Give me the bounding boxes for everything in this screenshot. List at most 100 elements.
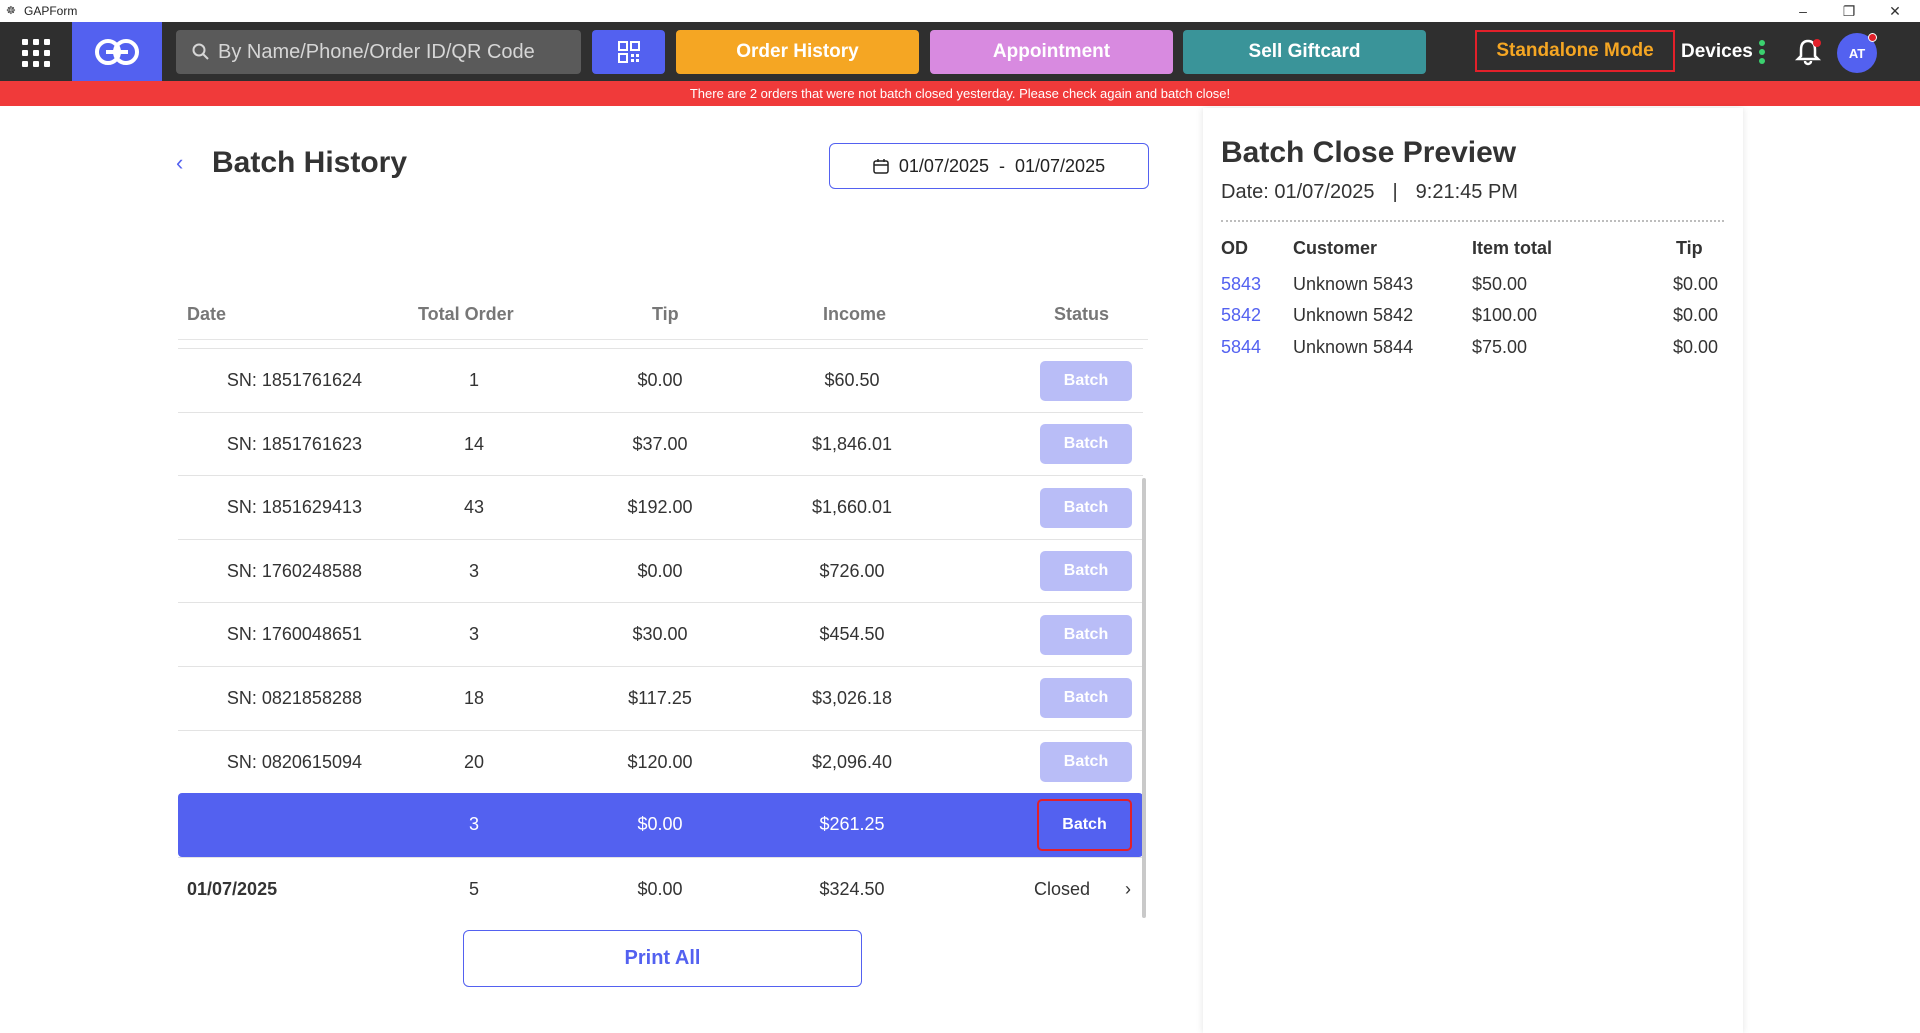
- window-titlebar: ☸ GAPForm – ❐ ✕: [0, 0, 1920, 22]
- row-income: $1,660.01: [811, 497, 893, 518]
- batch-button[interactable]: Batch: [1040, 742, 1132, 783]
- row-tip: $0.00: [637, 814, 683, 835]
- row-date: SN: 1760048651: [226, 624, 362, 645]
- appointment-button[interactable]: Appointment: [930, 30, 1173, 74]
- row-total: 43: [463, 497, 485, 518]
- row-date: SN: 1851761623: [226, 433, 362, 454]
- tip-value: $0.00: [1673, 305, 1719, 325]
- item-total: $75.00: [1472, 337, 1528, 357]
- table-row[interactable]: SN: 1760048651 3 $30.00 $454.50 Batch: [178, 602, 1143, 666]
- row-tip: $0.00: [637, 878, 683, 899]
- tip-value: $0.00: [1673, 337, 1719, 357]
- table-scrollbar[interactable]: [1142, 478, 1146, 918]
- order-link[interactable]: 5843: [1221, 274, 1261, 295]
- qr-code-icon: [617, 41, 640, 63]
- batch-table: SN: 1851761624 1 $0.00 $60.50 Batch SN: …: [178, 348, 1143, 920]
- customer-name: Unknown 5842: [1293, 305, 1414, 325]
- devices-button[interactable]: Devices: [1681, 34, 1765, 70]
- batch-button[interactable]: Batch: [1040, 678, 1132, 719]
- row-income: $60.50: [824, 370, 880, 390]
- row-total: 20: [463, 751, 485, 772]
- app-grid-icon[interactable]: [18, 35, 54, 71]
- close-icon[interactable]: ✕: [1872, 0, 1918, 22]
- search-placeholder: By Name/Phone/Order ID/QR Code: [218, 40, 535, 63]
- batch-button[interactable]: Batch: [1037, 798, 1132, 851]
- app-icon: ☸: [6, 5, 16, 17]
- batch-close-preview-panel: Batch Close Preview Date: 01/07/2025 | 9…: [1203, 108, 1743, 1033]
- batch-button[interactable]: Batch: [1040, 360, 1132, 401]
- row-total: 3: [468, 624, 479, 645]
- row-income: $1,846.01: [811, 433, 893, 454]
- avatar-initials: AT: [1848, 45, 1866, 61]
- row-tip: $30.00: [632, 624, 688, 645]
- table-row[interactable]: SN: 1760248588 3 $0.00 $726.00 Batch: [178, 538, 1143, 603]
- row-date: SN: 0821858288: [226, 687, 362, 708]
- item-total: $50.00: [1472, 274, 1528, 294]
- table-row[interactable]: 01/07/2025 5 $0.00 $324.50 Closed ›: [178, 856, 1143, 921]
- window-title: GAPForm: [24, 4, 78, 18]
- order-history-button[interactable]: Order History: [676, 30, 919, 74]
- search-input[interactable]: By Name/Phone/Order ID/QR Code: [176, 30, 581, 74]
- col-tip: Tip: [1676, 238, 1703, 258]
- table-row[interactable]: SN: 1851761624 1 $0.00 $60.50 Batch: [178, 348, 1143, 412]
- logo[interactable]: [72, 22, 162, 81]
- alert-banner: There are 2 orders that were not batch c…: [0, 81, 1920, 106]
- col-status: Status: [1054, 304, 1110, 324]
- order-link[interactable]: 5844: [1221, 337, 1261, 358]
- row-tip: $37.00: [632, 433, 688, 454]
- print-all-button[interactable]: Print All: [463, 930, 862, 987]
- col-total-order: Total Order: [418, 304, 514, 324]
- col-customer: Customer: [1293, 238, 1378, 258]
- table-row[interactable]: SN: 0820615094 20 $120.00 $2,096.40 Batc…: [178, 729, 1143, 794]
- row-total: 3: [468, 814, 479, 835]
- back-chevron-icon[interactable]: ‹: [176, 150, 183, 176]
- row-date: 01/07/2025: [187, 878, 278, 899]
- row-income: $726.00: [819, 560, 885, 581]
- row-date: SN: 1851761624: [226, 370, 362, 390]
- row-income: $454.50: [819, 624, 885, 645]
- notification-bell-icon[interactable]: [1793, 37, 1823, 67]
- batch-button[interactable]: Batch: [1040, 614, 1132, 655]
- batch-button[interactable]: Batch: [1040, 424, 1132, 465]
- row-date: SN: 0820615094: [226, 751, 362, 772]
- sell-giftcard-button[interactable]: Sell Giftcard: [1183, 30, 1426, 74]
- row-total: 1: [468, 370, 479, 390]
- item-total: $100.00: [1472, 305, 1538, 325]
- customer-name: Unknown 5843: [1293, 274, 1414, 294]
- row-income: $261.25: [819, 814, 885, 835]
- date-separator: -: [999, 155, 1005, 176]
- date-range-picker[interactable]: 01/07/2025 - 01/07/2025: [829, 143, 1149, 189]
- chevron-right-icon[interactable]: ›: [1125, 858, 1131, 921]
- logo-icon: [95, 38, 139, 65]
- restore-icon[interactable]: ❐: [1826, 0, 1872, 22]
- row-tip: $192.00: [627, 497, 693, 518]
- row-total: 3: [468, 560, 479, 581]
- row-tip: $0.00: [637, 560, 683, 581]
- table-row[interactable]: SN: 1851629413 43 $192.00 $1,660.01 Batc…: [178, 475, 1143, 539]
- row-total: 18: [463, 687, 485, 708]
- table-row-selected[interactable]: 3 $0.00 $261.25 Batch: [178, 793, 1143, 857]
- preview-meta: Date: 01/07/2025 | 9:21:45 PM: [1221, 181, 1518, 204]
- preview-time: 9:21:45 PM: [1415, 181, 1518, 203]
- col-date: Date: [187, 304, 227, 324]
- top-bar: By Name/Phone/Order ID/QR Code Order His…: [0, 22, 1920, 81]
- order-link[interactable]: 5842: [1221, 305, 1261, 326]
- col-item-total: Item total: [1472, 238, 1553, 258]
- row-date: SN: 1760248588: [226, 560, 362, 581]
- avatar[interactable]: AT: [1837, 33, 1877, 73]
- row-total: 14: [463, 433, 485, 454]
- table-row[interactable]: SN: 0821858288 18 $117.25 $3,026.18 Batc…: [178, 665, 1143, 730]
- customer-name: Unknown 5844: [1293, 337, 1414, 357]
- batch-button[interactable]: Batch: [1040, 551, 1132, 592]
- divider: [1221, 220, 1724, 222]
- table-row[interactable]: SN: 1851761623 14 $37.00 $1,846.01 Batch: [178, 411, 1143, 476]
- row-income: $324.50: [819, 878, 885, 899]
- preview-separator: |: [1392, 181, 1398, 203]
- col-od: OD: [1221, 238, 1248, 258]
- row-total: 5: [468, 878, 479, 899]
- batch-button[interactable]: Batch: [1040, 487, 1132, 528]
- minimize-icon[interactable]: –: [1780, 0, 1826, 22]
- preview-date: Date: 01/07/2025: [1221, 181, 1375, 203]
- standalone-mode-button[interactable]: Standalone Mode: [1475, 30, 1675, 72]
- qr-scan-button[interactable]: [592, 30, 665, 74]
